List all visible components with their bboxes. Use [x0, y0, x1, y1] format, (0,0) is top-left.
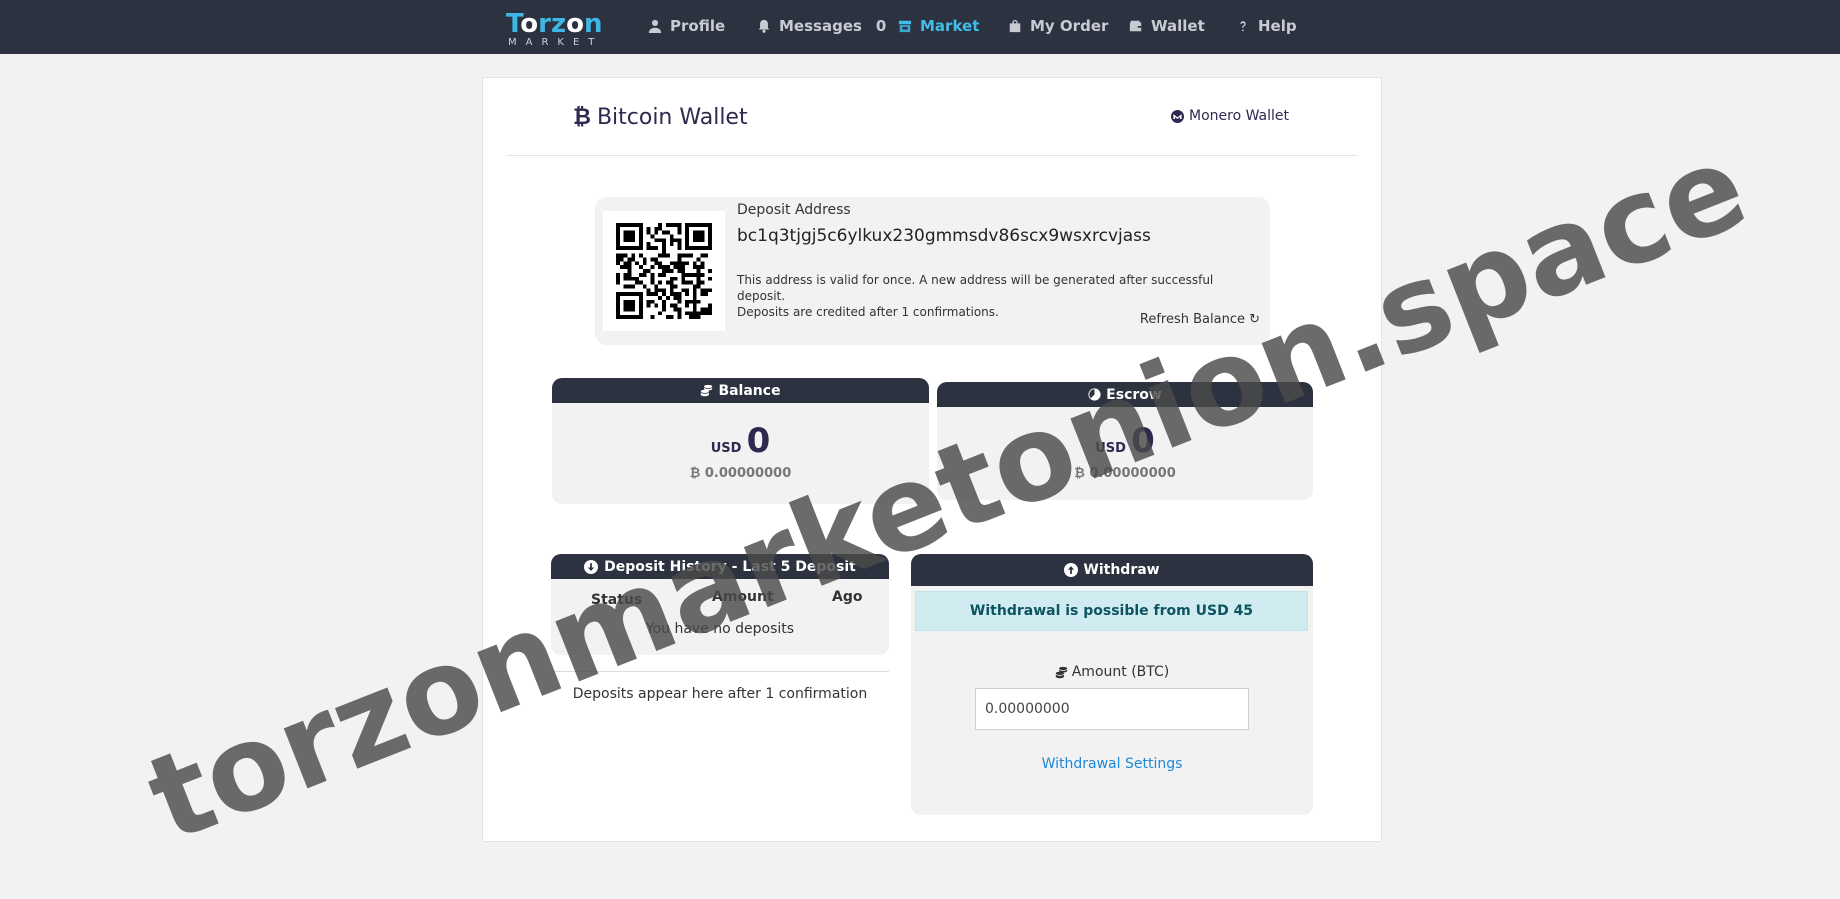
withdraw-panel: Withdraw Withdrawal is possible from USD… [911, 554, 1313, 815]
column-status: Status [591, 592, 643, 608]
deposit-address[interactable]: bc1q3tjgj5c6ylkux230gmmsdv86scx9wsxrcvja… [737, 226, 1151, 246]
deposit-address-box: Deposit Address bc1q3tjgj5c6ylkux230gmms… [595, 197, 1270, 345]
store-icon [898, 20, 912, 33]
refresh-balance-button[interactable]: Refresh Balance ↻ [1140, 312, 1260, 327]
deposit-history-panel: Deposit History - Last 5 Deposit Status … [551, 554, 889, 655]
deposit-address-label: Deposit Address [737, 202, 851, 218]
deposit-history-header: Deposit History - Last 5 Deposit [551, 554, 889, 579]
question-icon [1240, 21, 1246, 32]
qr-code [603, 211, 725, 331]
nav-market[interactable]: Market [898, 17, 979, 35]
messages-count: 0 [875, 17, 887, 35]
nav-my-order[interactable]: My Order [1008, 17, 1108, 35]
nav-help[interactable]: Help [1236, 17, 1297, 35]
torzon-logo[interactable]: Torzon MARKET [506, 10, 606, 48]
column-ago: Ago [832, 589, 863, 605]
nav-wallet[interactable]: Wallet [1129, 17, 1205, 35]
balance-panel: Balance USD 0 ₿ 0.00000000 [552, 378, 929, 504]
monero-icon [1170, 109, 1184, 123]
withdrawal-settings-link[interactable]: Withdrawal Settings [911, 756, 1313, 772]
top-navbar: Torzon MARKET Profile Messages 0 Market … [0, 0, 1840, 54]
history-divider [551, 671, 889, 672]
no-deposits-message: You have no deposits [645, 621, 795, 637]
wallet-icon [1129, 20, 1142, 32]
bag-icon [1009, 19, 1021, 33]
balance-currency: USD [710, 441, 742, 456]
escrow-currency: USD [1095, 441, 1126, 456]
column-amount: Amount [712, 589, 774, 605]
bitcoin-icon: ₿ [573, 105, 591, 130]
bell-icon [758, 19, 770, 33]
amount-btc-input[interactable] [975, 688, 1249, 730]
header-divider [507, 155, 1357, 156]
balance-amount: 0 [746, 421, 771, 461]
wallet-card: ₿ Bitcoin Wallet Monero Wallet Deposit A… [482, 77, 1382, 842]
clock-icon [1088, 388, 1101, 401]
escrow-header: Escrow [937, 382, 1313, 407]
balance-header: Balance [552, 378, 929, 403]
arrow-up-circle-icon [1064, 563, 1079, 577]
escrow-amount: 0 [1131, 421, 1155, 461]
user-icon [648, 19, 662, 33]
amount-label: Amount (BTC) [911, 664, 1313, 680]
coins-icon [701, 384, 713, 397]
withdraw-header: Withdraw [911, 554, 1313, 586]
escrow-btc: ₿ 0.00000000 [1074, 466, 1176, 481]
deposit-history-note: Deposits appear here after 1 confirmatio… [572, 686, 868, 702]
page-title: ₿ Bitcoin Wallet [573, 104, 748, 131]
monero-wallet-link[interactable]: Monero Wallet [1170, 108, 1289, 124]
balance-btc: ₿ 0.00000000 [689, 466, 792, 481]
withdraw-minimum-alert: Withdrawal is possible from USD 45 [915, 591, 1308, 631]
coins-icon [1055, 666, 1067, 678]
escrow-panel: Escrow USD 0 ₿ 0.00000000 [937, 382, 1313, 500]
arrow-down-circle-icon [584, 559, 599, 574]
nav-profile[interactable]: Profile [648, 17, 725, 35]
nav-messages[interactable]: Messages 0 [757, 17, 886, 35]
